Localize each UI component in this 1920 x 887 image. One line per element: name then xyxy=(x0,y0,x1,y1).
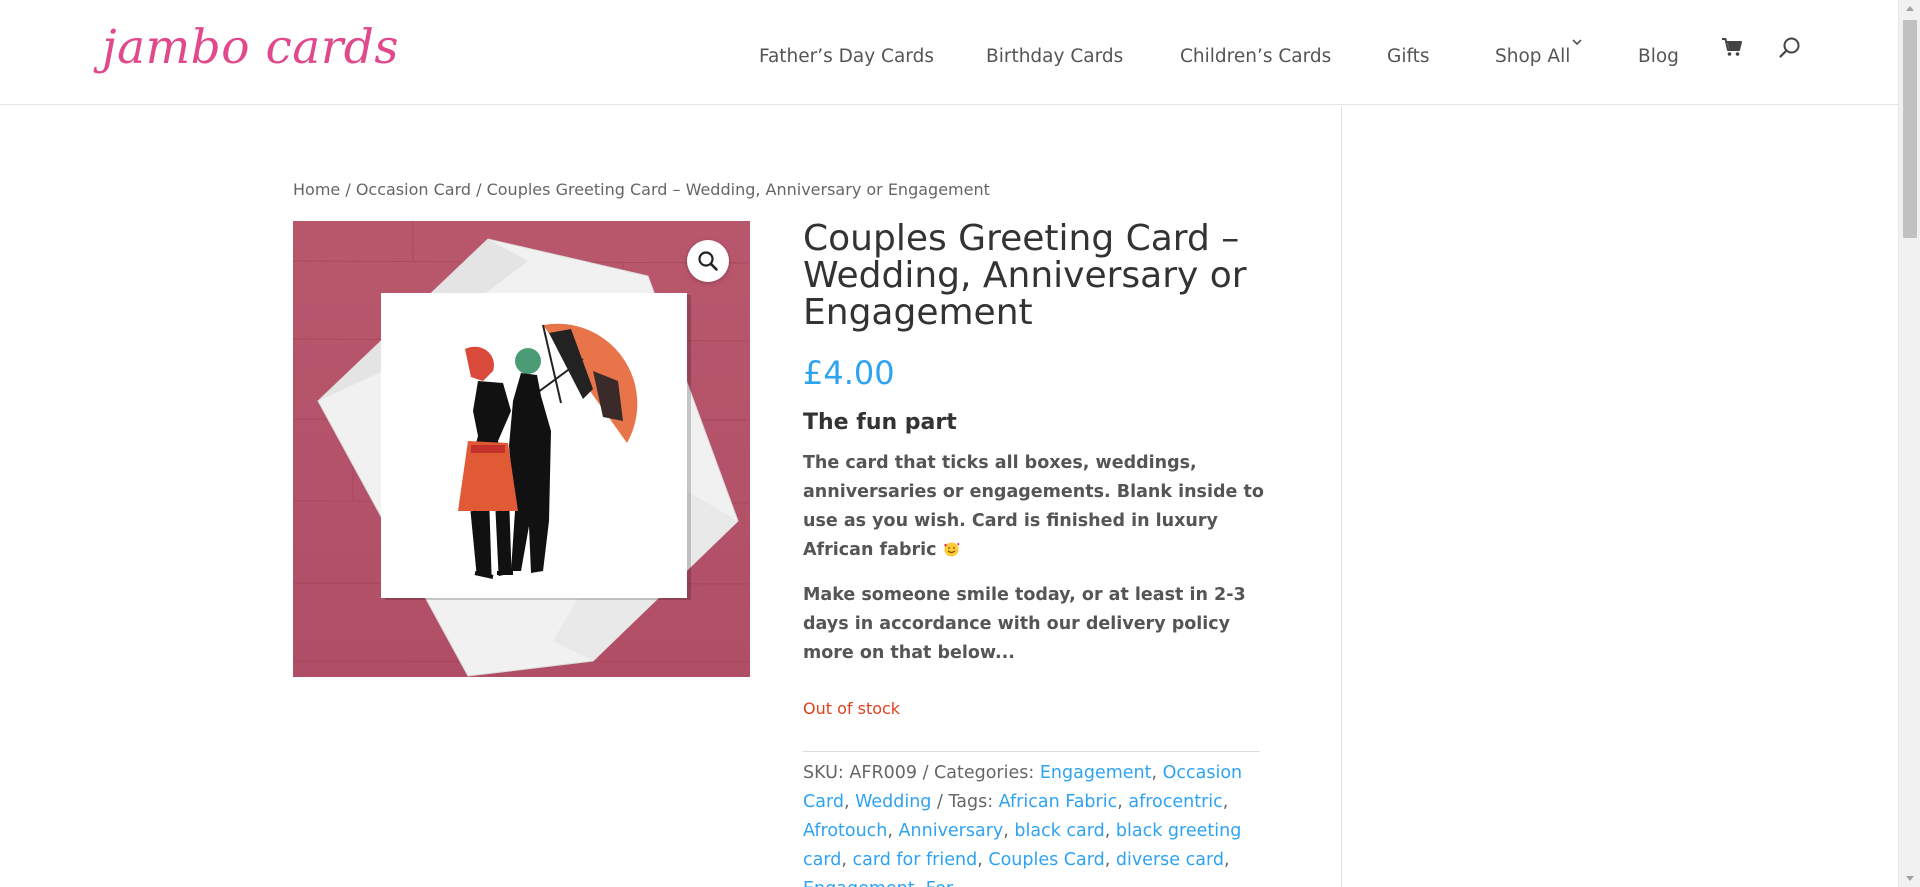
sku-value: AFR009 xyxy=(849,763,918,783)
tag-link[interactable]: African Fabric xyxy=(999,792,1118,812)
description-text: The card that ticks all boxes, weddings,… xyxy=(803,453,1264,560)
search-icon[interactable] xyxy=(1778,36,1802,60)
magnifier-icon xyxy=(698,251,718,271)
breadcrumb-separator: / xyxy=(471,180,487,199)
scrollbar-thumb[interactable] xyxy=(1903,20,1917,238)
product-title: Couples Greeting Card – Wedding, Anniver… xyxy=(803,218,1247,333)
stock-status: Out of stock xyxy=(803,699,901,718)
cart-icon[interactable] xyxy=(1721,37,1743,57)
category-link[interactable]: Wedding xyxy=(855,792,931,812)
product-price: £4.00 xyxy=(803,354,895,392)
meta-divider xyxy=(803,751,1260,752)
nav-item-shop-all[interactable]: Shop All xyxy=(1495,46,1570,67)
breadcrumb-separator: / xyxy=(340,180,356,199)
scroll-up-arrow-icon[interactable] xyxy=(1906,6,1914,11)
tag-link[interactable]: For xyxy=(926,879,953,887)
tag-link[interactable]: Couples Card xyxy=(988,850,1104,870)
product-description: The card that ticks all boxes, weddings,… xyxy=(803,449,1273,565)
smiling-face-with-hearts-icon xyxy=(943,542,960,557)
breadcrumb-category[interactable]: Occasion Card xyxy=(356,180,471,199)
nav-item-fathers-day-cards[interactable]: Father’s Day Cards xyxy=(759,46,934,67)
category-link[interactable]: Engagement xyxy=(1040,763,1152,783)
tag-link[interactable]: Anniversary xyxy=(899,821,1004,841)
sidebar-divider xyxy=(1341,106,1342,887)
product-subheading: The fun part xyxy=(803,410,957,435)
nav-item-blog[interactable]: Blog xyxy=(1638,46,1679,67)
categories-label: Categories: xyxy=(934,763,1035,783)
tag-link[interactable]: afrocentric xyxy=(1128,792,1222,812)
product-description-delivery: Make someone smile today, or at least in… xyxy=(803,585,1246,663)
tag-link[interactable]: Engagement xyxy=(803,879,915,887)
site-logo[interactable]: jambo cards xyxy=(102,20,399,75)
tag-link[interactable]: card for friend xyxy=(852,850,977,870)
breadcrumb-current: Couples Greeting Card – Wedding, Anniver… xyxy=(486,180,990,199)
page-scrollbar[interactable] xyxy=(1898,0,1920,887)
chevron-down-icon[interactable] xyxy=(1571,36,1583,48)
tags-label: Tags: xyxy=(948,792,994,812)
nav-item-childrens-cards[interactable]: Children’s Cards xyxy=(1180,46,1331,67)
tag-link[interactable]: black card xyxy=(1014,821,1104,841)
nav-item-gifts[interactable]: Gifts xyxy=(1387,46,1430,67)
tag-link[interactable]: diverse card xyxy=(1116,850,1224,870)
zoom-button[interactable] xyxy=(687,240,729,282)
breadcrumb-home[interactable]: Home xyxy=(293,180,340,199)
sku-label: SKU: xyxy=(803,763,844,783)
product-image[interactable] xyxy=(293,221,750,677)
product-photo xyxy=(293,221,750,677)
nav-item-birthday-cards[interactable]: Birthday Cards xyxy=(986,46,1123,67)
scroll-down-arrow-icon[interactable] xyxy=(1906,876,1914,881)
tag-link[interactable]: Afrotouch xyxy=(803,821,887,841)
breadcrumb: Home / Occasion Card / Couples Greeting … xyxy=(293,180,990,199)
product-meta: SKU: AFR009 / Categories: Engagement, Oc… xyxy=(803,759,1263,887)
site-header: jambo cards Father’s Day Cards Birthday … xyxy=(0,0,1898,105)
